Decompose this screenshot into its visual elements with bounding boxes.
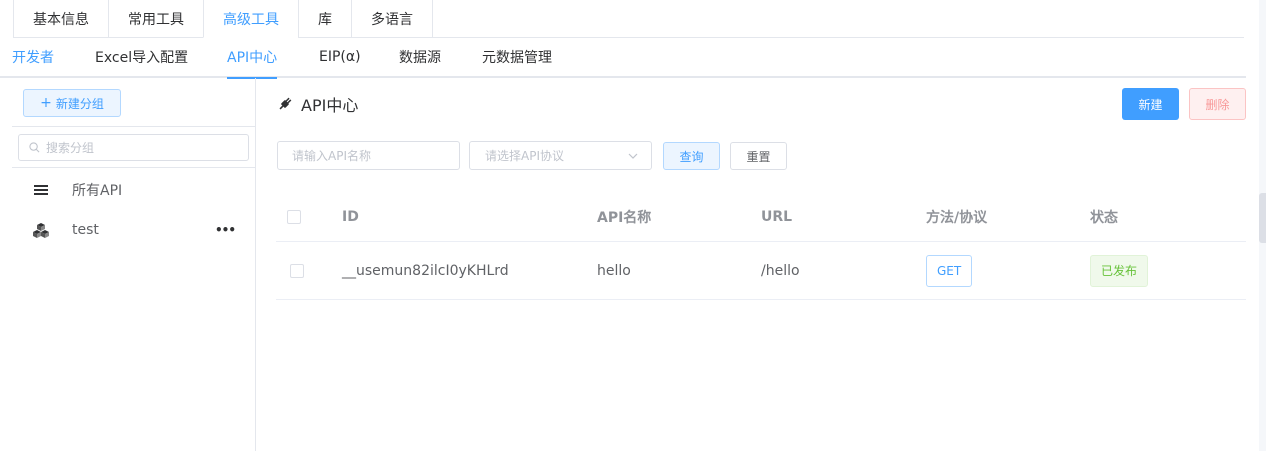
- select-all-checkbox[interactable]: [287, 209, 301, 224]
- api-protocol-placeholder: 请选择API协议: [485, 149, 564, 163]
- search-icon: [29, 142, 40, 153]
- subtab-datasource[interactable]: 数据源: [399, 37, 441, 77]
- cell-name: hello: [597, 262, 631, 279]
- header-name: API名称: [597, 209, 652, 226]
- group-search-input[interactable]: [46, 140, 236, 155]
- header-url: URL: [761, 208, 793, 225]
- header-status: 状态: [1090, 209, 1118, 226]
- cell-method: GET: [926, 242, 973, 299]
- cell-id: __usemun82ilcI0yKHLrd: [342, 262, 509, 279]
- tab-advanced-tools[interactable]: 高级工具: [203, 0, 299, 38]
- subtab-api-center[interactable]: API中心: [227, 37, 278, 79]
- tab-basic-info[interactable]: 基本信息: [13, 0, 109, 38]
- new-group-button[interactable]: + 新建分组: [23, 89, 121, 117]
- page-title: API中心: [277, 92, 358, 116]
- new-group-label: 新建分组: [55, 96, 104, 111]
- status-badge: 已发布: [1090, 254, 1149, 287]
- select-all-cell: [287, 192, 301, 241]
- cell-url: /hello: [761, 262, 800, 279]
- new-api-button[interactable]: 新建: [1122, 88, 1179, 120]
- subtab-excel-import[interactable]: Excel导入配置: [95, 37, 188, 77]
- api-name-input[interactable]: [277, 141, 460, 170]
- group-item-all-api[interactable]: 所有API: [12, 170, 255, 210]
- query-button[interactable]: 查询: [663, 142, 720, 170]
- subtab-metadata[interactable]: 元数据管理: [482, 37, 552, 77]
- list-icon: [32, 181, 50, 199]
- top-tab-bar: 基本信息 常用工具 高级工具 库 多语言: [13, 0, 1244, 38]
- tab-common-tools[interactable]: 常用工具: [108, 0, 204, 38]
- group-sidebar: + 新建分组 所有API: [12, 78, 256, 451]
- divider: [12, 126, 255, 127]
- delete-api-button[interactable]: 删除: [1189, 88, 1246, 120]
- row-checkbox[interactable]: [290, 263, 304, 278]
- plus-icon: +: [40, 95, 52, 111]
- side-panel-handle[interactable]: [1259, 193, 1266, 243]
- subtab-developer[interactable]: 开发者: [12, 37, 54, 77]
- plug-icon: [279, 97, 292, 110]
- tab-library[interactable]: 库: [298, 0, 352, 38]
- row-select-cell: [290, 242, 304, 299]
- chevron-down-icon: [628, 153, 638, 159]
- group-item-test[interactable]: test •••: [12, 210, 255, 250]
- api-protocol-select[interactable]: 请选择API协议: [469, 141, 652, 170]
- tab-multi-language[interactable]: 多语言: [351, 0, 433, 38]
- sub-tab-bar: 开发者 Excel导入配置 API中心 EIP(α) 数据源 元数据管理: [0, 37, 1246, 79]
- group-search: [18, 134, 249, 161]
- reset-button[interactable]: 重置: [730, 142, 787, 170]
- table-header: ID API名称 URL 方法/协议 状态: [276, 192, 1246, 242]
- api-table: ID API名称 URL 方法/协议 状态 __usemun82ilcI0yKH…: [276, 192, 1246, 300]
- page-title-text: API中心: [301, 96, 359, 115]
- table-row[interactable]: __usemun82ilcI0yKHLrd hello /hello GET 已…: [276, 242, 1246, 300]
- header-method: 方法/协议: [926, 209, 988, 226]
- group-item-label: 所有API: [72, 183, 123, 199]
- more-icon[interactable]: •••: [215, 223, 236, 237]
- cubes-icon: [32, 221, 50, 239]
- method-tag: GET: [926, 254, 973, 287]
- divider: [12, 167, 255, 168]
- header-id: ID: [342, 208, 359, 225]
- subtab-eip[interactable]: EIP(α): [319, 37, 361, 77]
- cell-status: 已发布: [1090, 242, 1149, 299]
- group-item-label: test: [72, 222, 99, 238]
